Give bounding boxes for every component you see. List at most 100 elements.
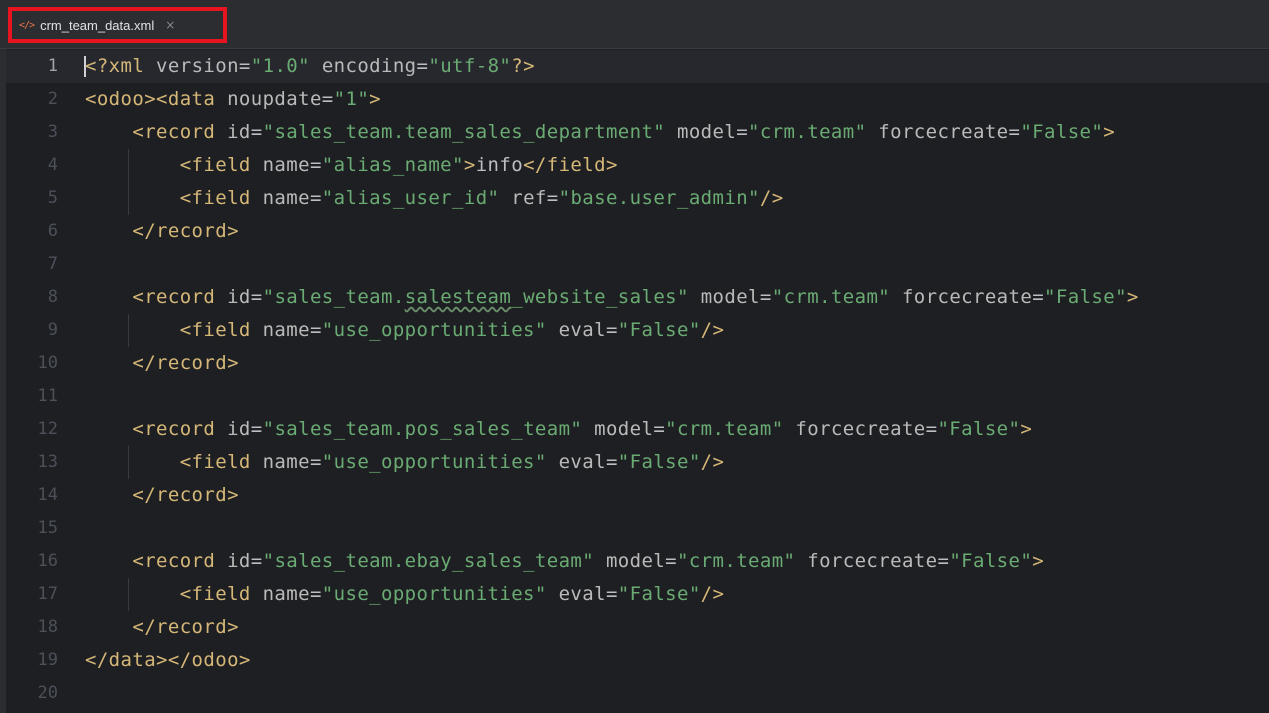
code-token: = [250,121,263,143]
code-token: eval [558,583,606,605]
code-line[interactable]: <odoo><data noupdate="1"> [85,83,1265,116]
line-number: 3 [47,122,58,142]
code-token: name [262,451,310,473]
code-line[interactable]: <record id="sales_team.salesteam_website… [85,281,1265,314]
code-token: <?xml [85,55,157,77]
code-token: > [463,154,476,176]
line-number: 9 [47,320,58,340]
code-line[interactable]: <?xml version="1.0" encoding="utf-8"?> [85,50,1265,83]
code-editor[interactable]: 1 2 3 4 5 6 7 8 9 10 11 12 13 14 15 16 17 18 19 20 <?xml ve… [0,49,1269,713]
tab-filename: crm_team_data.xml [40,17,155,33]
code-token: = [759,286,772,308]
code-line[interactable]: </record> [85,215,1265,248]
code-token: "False" [1044,286,1127,308]
code-token: = [1008,121,1021,143]
code-token: <record [132,418,228,440]
code-line[interactable] [85,677,1265,710]
code-token: ref [511,187,547,209]
code-line[interactable]: <record id="sales_team.ebay_sales_team" … [85,545,1265,578]
code-area[interactable]: <?xml version="1.0" encoding="utf-8"?> <o… [85,50,1265,710]
code-token: "sales_team.pos_sales_team" [262,418,583,440]
code-token: "False" [937,418,1021,440]
code-token: "crm.team" [771,286,891,308]
code-token: forcecreate [878,121,1009,143]
code-line[interactable]: <field name="alias_user_id" ref="base.us… [85,182,1265,215]
code-line[interactable]: <record id="sales_team.pos_sales_team" m… [85,413,1265,446]
code-token: "use_opportunities" [321,583,547,605]
code-token: /> [700,583,725,605]
code-token: id [227,550,251,572]
code-token: = [309,319,322,341]
code-token: /> [759,187,784,209]
code-token: <record [132,286,228,308]
code-token: encoding [321,55,417,77]
line-number: 10 [37,353,58,373]
code-token: eval [558,451,606,473]
code-token: </record> [132,220,239,242]
code-token: "utf-8" [428,55,512,77]
code-token: = [546,187,559,209]
code-line[interactable] [85,248,1265,281]
file-tab-crm-team-data[interactable]: </> crm_team_data.xml × [8,7,227,43]
line-number: 8 [47,287,58,307]
code-line[interactable]: </data></odoo> [85,644,1265,677]
code-token: name [262,583,310,605]
line-number: 11 [37,386,58,406]
code-token: <record [132,121,228,143]
code-line[interactable]: <record id="sales_team.team_sales_depart… [85,116,1265,149]
close-icon[interactable]: × [165,18,175,32]
code-token: > [1126,286,1139,308]
code-token: = [665,550,677,572]
code-token: _website_sales" [511,286,689,308]
code-token: = [605,583,618,605]
code-line[interactable]: <field name="use_opportunities" eval="Fa… [85,578,1265,611]
code-token: "use_opportunities" [321,451,547,473]
code-token: /> [700,451,725,473]
line-number: 14 [37,485,58,505]
code-token: model [594,418,654,440]
code-line[interactable]: </record> [85,479,1265,512]
code-token: "crm.team" [748,121,867,143]
code-token: "use_opportunities" [321,319,547,341]
code-token: id [227,286,251,308]
code-token: <odoo><data [85,88,228,110]
code-token: = [309,154,322,176]
code-token: id [227,418,251,440]
code-line[interactable]: </record> [85,347,1265,380]
code-line[interactable] [85,380,1265,413]
code-token: = [250,286,263,308]
code-line[interactable]: <field name="use_opportunities" eval="Fa… [85,446,1265,479]
code-token: = [605,451,618,473]
code-token: id [227,121,251,143]
line-number-gutter[interactable]: 1 2 3 4 5 6 7 8 9 10 11 12 13 14 15 16 17 18 19 20 [6,50,58,710]
code-line[interactable]: <field name="use_opportunities" eval="Fa… [85,314,1265,347]
code-token: = [605,319,618,341]
typo-token: salesteam [404,286,512,308]
code-line[interactable]: </record> [85,611,1265,644]
code-token: model [676,121,737,143]
code-token: "False" [617,451,701,473]
line-number: 16 [37,551,58,571]
line-number: 4 [47,155,58,175]
code-token: = [321,88,334,110]
line-number: 17 [37,584,58,604]
line-number: 5 [47,188,58,208]
code-line[interactable]: <field name="alias_name">info</field> [85,149,1265,182]
editor-tab-bar: </> crm_team_data.xml × [0,0,1269,49]
code-line[interactable] [85,512,1265,545]
line-number: 2 [47,89,58,109]
code-token: <record [132,550,228,572]
line-number: 13 [37,452,58,472]
